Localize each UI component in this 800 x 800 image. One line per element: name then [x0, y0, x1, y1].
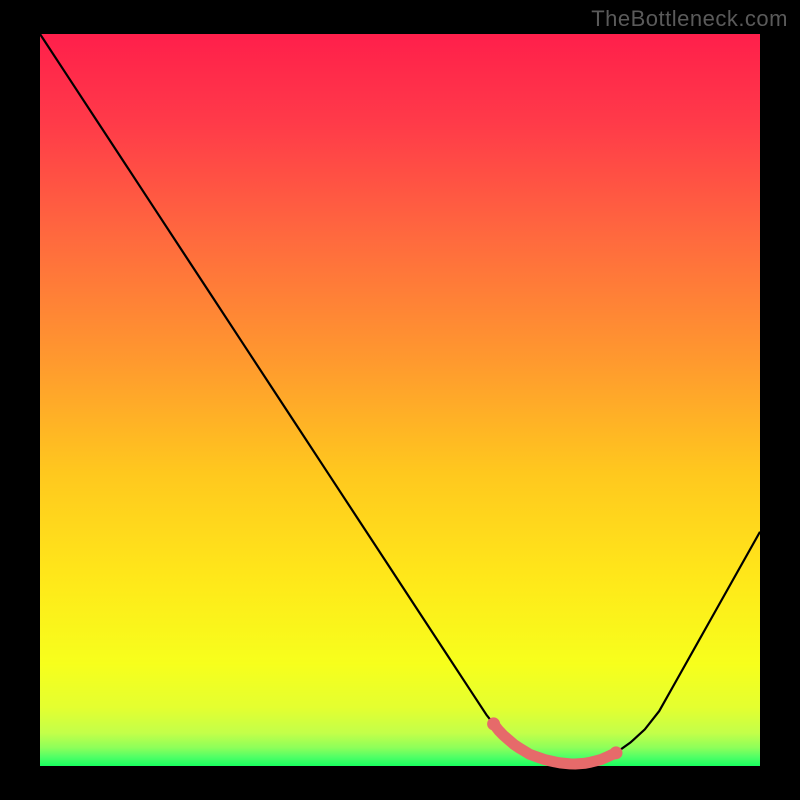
- optimal-end-marker: [610, 746, 623, 759]
- optimal-start-marker: [487, 717, 500, 730]
- bottleneck-chart: [0, 0, 800, 800]
- chart-frame: TheBottleneck.com: [0, 0, 800, 800]
- gradient-background: [40, 34, 760, 766]
